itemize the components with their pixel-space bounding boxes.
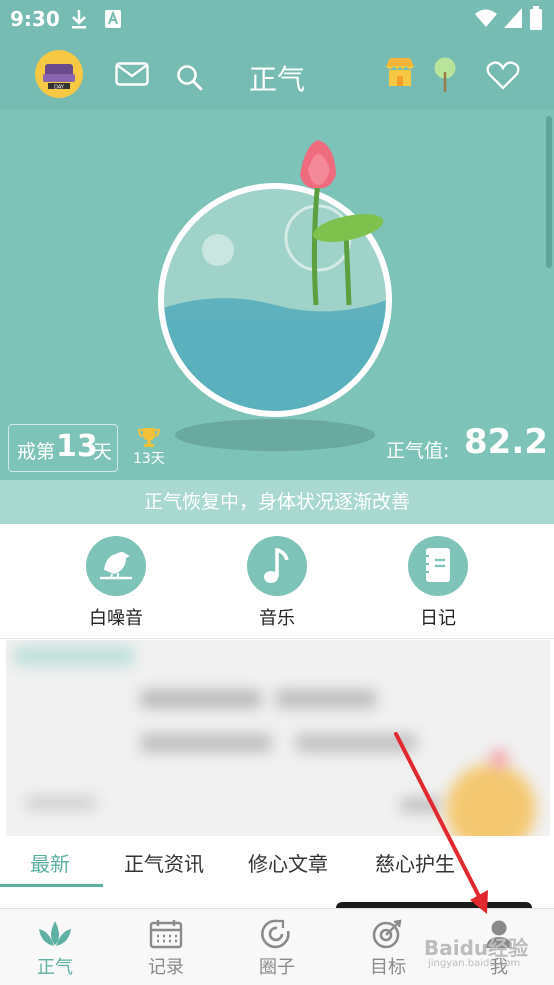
music-note-icon (264, 547, 289, 583)
blur-line-3 (141, 734, 271, 752)
red-arrow-annotation (394, 732, 488, 914)
music-button[interactable]: 音乐 (217, 536, 337, 630)
target-icon (372, 919, 402, 949)
tab-articles[interactable]: 修心文章 (248, 848, 328, 877)
watermark: Baidu经验 (424, 936, 529, 960)
nav-zhengqi-label: 正气 (37, 957, 73, 978)
music-icon-circle (247, 536, 307, 596)
tab-news[interactable]: 正气资讯 (124, 848, 204, 877)
hero-panel: 戒第 13 天 13天 正气值: 82.2 (0, 110, 554, 480)
circle-refresh-icon (261, 919, 290, 949)
abstain-prefix: 戒第 (17, 441, 56, 463)
blur-line-2 (276, 690, 376, 708)
nav-record[interactable]: 记录 (111, 919, 221, 979)
lotus-bowl-illustration (158, 140, 392, 451)
tab-indicator (0, 884, 103, 887)
nav-goal-label: 目标 (370, 957, 406, 978)
clock: 9:30 (10, 7, 60, 31)
battery-icon (530, 6, 542, 30)
score-value: 82.2 (464, 422, 548, 462)
abstain-days-box: 戒第 13 天 (8, 424, 118, 472)
page-title: 正气 (248, 63, 305, 96)
nav-circle-label: 圈子 (259, 957, 295, 978)
blur-line-5 (26, 796, 96, 810)
diary-button[interactable]: 日记 (378, 536, 498, 630)
music-label: 音乐 (259, 608, 295, 629)
abstain-suffix: 天 (93, 441, 113, 463)
lotus-icon (39, 921, 71, 946)
white-noise-label: 白噪音 (89, 608, 143, 629)
diary-icon-circle (408, 536, 468, 596)
nav-circle[interactable]: 圈子 (222, 919, 332, 979)
status-bar: 9:30 (0, 0, 554, 38)
white-noise-button[interactable]: 白噪音 (56, 536, 176, 630)
trophy-icon[interactable] (138, 426, 160, 448)
heart-icon[interactable] (486, 60, 520, 90)
divider (0, 638, 554, 639)
app-header: DAY 正气 (0, 38, 554, 110)
shop-icon[interactable] (384, 56, 416, 88)
tab-latest[interactable]: 最新 (30, 848, 70, 877)
text-a-icon (105, 10, 121, 28)
signal-icon (504, 8, 522, 28)
download-icon (72, 10, 86, 29)
notebook-icon (424, 548, 450, 582)
bird-icon (100, 552, 132, 580)
diary-label: 日记 (420, 608, 456, 629)
score-label: 正气值: (386, 440, 450, 462)
calendar-icon (149, 920, 183, 949)
nav-zhengqi[interactable]: 正气 (0, 919, 110, 979)
bird-icon-circle (86, 536, 146, 596)
nav-record-label: 记录 (148, 957, 184, 978)
wifi-icon (475, 9, 497, 27)
trophy-days: 13天 (133, 451, 165, 467)
watermark-sub: jingyan.baidu.com (428, 958, 521, 969)
tree-icon[interactable] (433, 56, 457, 94)
scrollbar[interactable] (546, 116, 552, 268)
status-banner: 正气恢复中，身体状况逐渐改善 (0, 480, 554, 524)
blur-line-1 (141, 690, 261, 708)
abstain-days: 13 (56, 429, 98, 464)
blur-tag (14, 646, 134, 666)
